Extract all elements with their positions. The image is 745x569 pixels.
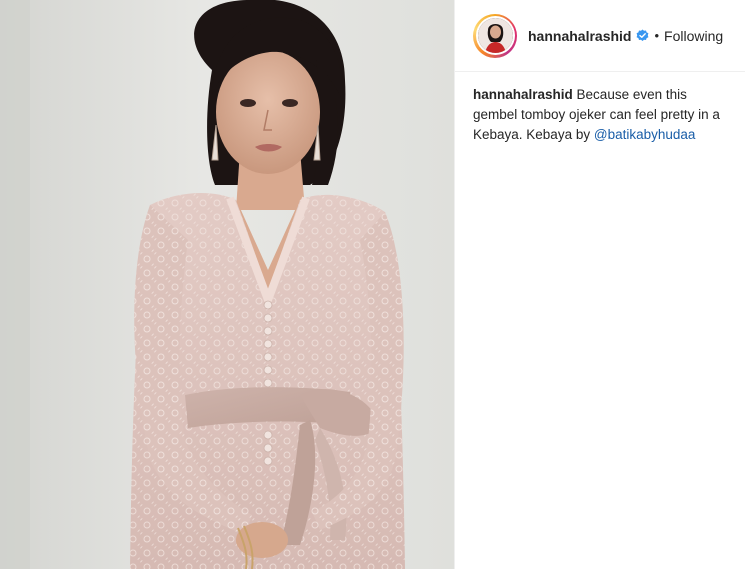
avatar-story-ring[interactable]	[473, 13, 517, 58]
instagram-post: hannahalrashid • Following hannahalrashi…	[0, 0, 745, 569]
post-side-panel: hannahalrashid • Following hannahalrashi…	[454, 0, 745, 569]
post-header: hannahalrashid • Following	[455, 0, 745, 72]
verified-badge-icon	[636, 29, 649, 42]
post-username[interactable]: hannahalrashid	[528, 28, 631, 44]
post-photo[interactable]	[0, 0, 454, 569]
header-separator: •	[654, 28, 660, 43]
avatar-image	[477, 18, 513, 53]
avatar[interactable]	[477, 18, 513, 53]
caption-username[interactable]: hannahalrashid	[473, 87, 573, 102]
avatar-frame	[475, 16, 515, 55]
caption-mention-link[interactable]: @batikabyhudaa	[594, 127, 696, 142]
post-caption: hannahalrashid Because even this gembel …	[455, 72, 745, 145]
photo-illustration	[0, 0, 454, 569]
following-button[interactable]: Following	[664, 28, 723, 44]
